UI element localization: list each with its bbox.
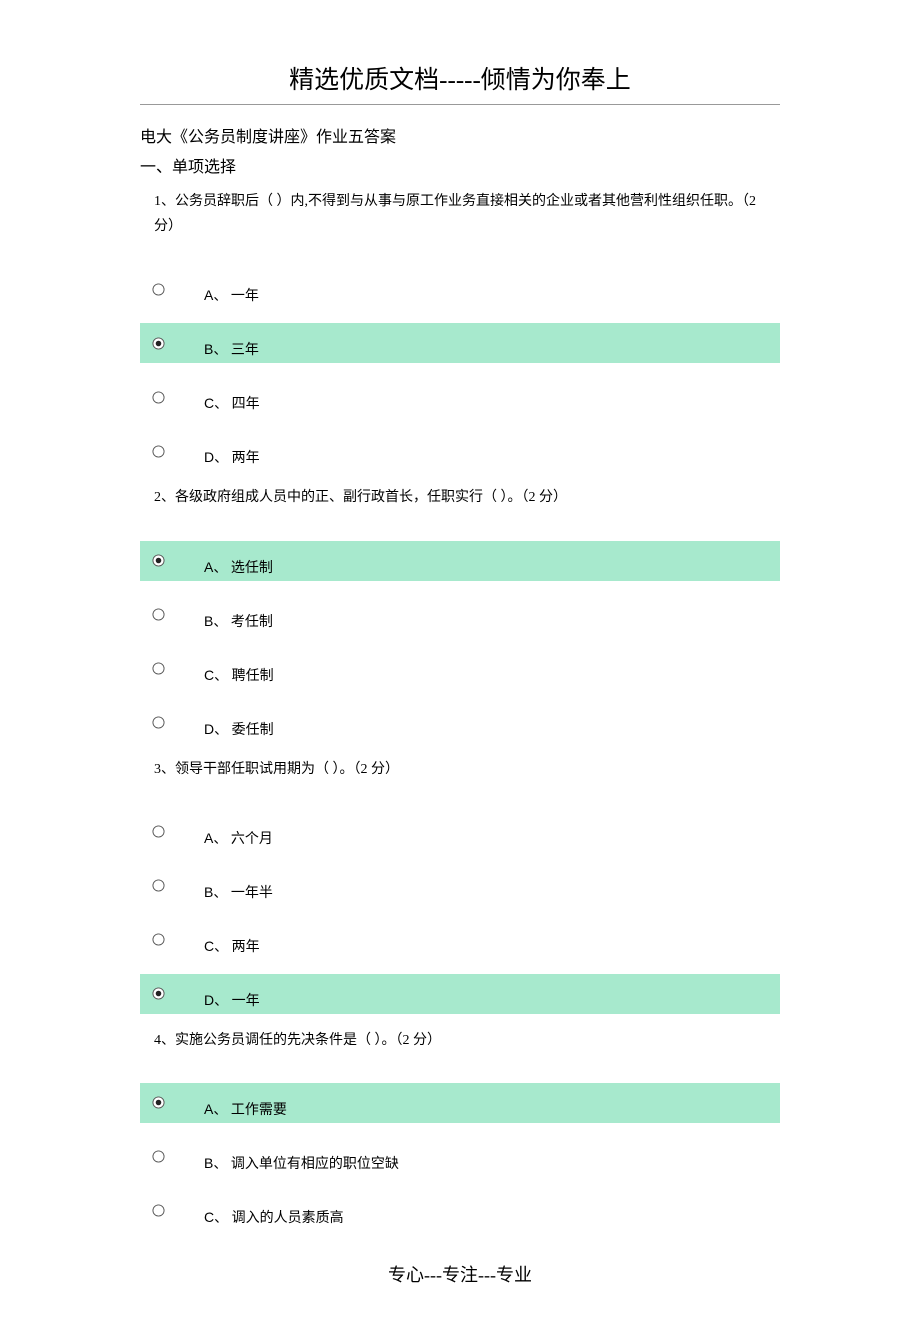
option-letter: D、 (204, 721, 228, 737)
option-label: B、 调入单位有相应的职位空缺 (204, 1153, 399, 1173)
option-text: 调入的人员素质高 (228, 1211, 344, 1226)
option-label: C、 四年 (204, 393, 260, 413)
option-text: 选任制 (227, 561, 273, 576)
option-row[interactable]: D、 一年 (140, 974, 780, 1014)
option-label: B、 三年 (204, 339, 259, 359)
option-text: 委任制 (228, 723, 274, 738)
option-row[interactable]: A、 工作需要 (140, 1083, 780, 1123)
options-group: A、 选任制 B、 考任制 C、 聘任制 D、 委任制 (140, 541, 780, 743)
radio-selected-icon[interactable] (152, 554, 176, 567)
option-text: 考任制 (227, 615, 273, 630)
option-label: A、 六个月 (204, 828, 273, 848)
option-row[interactable]: B、 一年半 (140, 866, 780, 906)
option-letter: A、 (204, 830, 227, 846)
option-letter: A、 (204, 1101, 227, 1117)
question-stem: 3、领导干部任职试用期为（ ）。（2 分） (154, 757, 780, 782)
option-row[interactable]: B、 调入单位有相应的职位空缺 (140, 1137, 780, 1177)
option-letter: D、 (204, 449, 228, 465)
options-group: A、 工作需要 B、 调入单位有相应的职位空缺 C、 调入的人员素质高 (140, 1083, 780, 1231)
radio-selected-icon[interactable] (152, 987, 176, 1000)
option-letter: B、 (204, 341, 227, 357)
option-row[interactable]: A、 选任制 (140, 541, 780, 581)
option-text: 两年 (228, 940, 260, 955)
option-letter: D、 (204, 992, 228, 1008)
option-label: C、 两年 (204, 936, 260, 956)
radio-unselected-icon[interactable] (152, 662, 176, 675)
option-text: 四年 (228, 397, 260, 412)
option-letter: C、 (204, 938, 228, 954)
radio-selected-icon[interactable] (152, 1096, 176, 1109)
option-row[interactable]: D、 委任制 (140, 703, 780, 743)
page-header: 精选优质文档-----倾情为你奉上 (140, 60, 780, 105)
options-group: A、 六个月 B、 一年半 C、 两年 D、 一年 (140, 812, 780, 1014)
option-row[interactable]: B、 三年 (140, 323, 780, 363)
option-label: B、 一年半 (204, 882, 273, 902)
option-letter: B、 (204, 613, 227, 629)
radio-unselected-icon[interactable] (152, 608, 176, 621)
option-label: A、 工作需要 (204, 1099, 287, 1119)
option-text: 调入单位有相应的职位空缺 (227, 1157, 399, 1172)
option-text: 两年 (228, 451, 260, 466)
option-text: 六个月 (227, 832, 273, 847)
radio-unselected-icon[interactable] (152, 445, 176, 458)
option-label: A、 一年 (204, 285, 259, 305)
section-title: 一、单项选择 (140, 153, 780, 177)
question-stem: 1、公务员辞职后（ ）内,不得到与从事与原工作业务直接相关的企业或者其他营利性组… (154, 189, 780, 239)
option-letter: C、 (204, 667, 228, 683)
question-stem: 4、实施公务员调任的先决条件是（ ）。（2 分） (154, 1028, 780, 1053)
option-row[interactable]: B、 考任制 (140, 595, 780, 635)
option-row[interactable]: C、 两年 (140, 920, 780, 960)
page-footer: 专心---专注---专业 (140, 1261, 780, 1287)
option-row[interactable]: A、 一年 (140, 269, 780, 309)
questions-container: 1、公务员辞职后（ ）内,不得到与从事与原工作业务直接相关的企业或者其他营利性组… (140, 189, 780, 1231)
radio-unselected-icon[interactable] (152, 391, 176, 404)
option-label: C、 调入的人员素质高 (204, 1207, 344, 1227)
option-label: D、 委任制 (204, 719, 274, 739)
option-letter: B、 (204, 884, 227, 900)
option-letter: B、 (204, 1155, 227, 1171)
question-stem: 2、各级政府组成人员中的正、副行政首长，任职实行（ ）。（2 分） (154, 485, 780, 510)
option-letter: C、 (204, 395, 228, 411)
option-label: C、 聘任制 (204, 665, 274, 685)
radio-unselected-icon[interactable] (152, 879, 176, 892)
radio-unselected-icon[interactable] (152, 1204, 176, 1217)
radio-unselected-icon[interactable] (152, 716, 176, 729)
option-letter: A、 (204, 559, 227, 575)
radio-selected-icon[interactable] (152, 337, 176, 350)
option-text: 一年 (228, 994, 260, 1009)
option-label: B、 考任制 (204, 611, 273, 631)
options-group: A、 一年 B、 三年 C、 四年 D、 两年 (140, 269, 780, 471)
option-text: 一年半 (227, 886, 273, 901)
option-row[interactable]: C、 聘任制 (140, 649, 780, 689)
option-label: A、 选任制 (204, 557, 273, 577)
document-title: 电大《公务员制度讲座》作业五答案 (140, 123, 780, 147)
radio-unselected-icon[interactable] (152, 825, 176, 838)
option-letter: C、 (204, 1209, 228, 1225)
option-row[interactable]: C、 调入的人员素质高 (140, 1191, 780, 1231)
radio-unselected-icon[interactable] (152, 933, 176, 946)
option-text: 一年 (227, 289, 259, 304)
option-row[interactable]: D、 两年 (140, 431, 780, 471)
option-label: D、 两年 (204, 447, 260, 467)
option-row[interactable]: C、 四年 (140, 377, 780, 417)
option-text: 聘任制 (228, 669, 274, 684)
radio-unselected-icon[interactable] (152, 283, 176, 296)
radio-unselected-icon[interactable] (152, 1150, 176, 1163)
option-row[interactable]: A、 六个月 (140, 812, 780, 852)
option-text: 工作需要 (227, 1103, 287, 1118)
option-label: D、 一年 (204, 990, 260, 1010)
option-text: 三年 (227, 343, 259, 358)
option-letter: A、 (204, 287, 227, 303)
